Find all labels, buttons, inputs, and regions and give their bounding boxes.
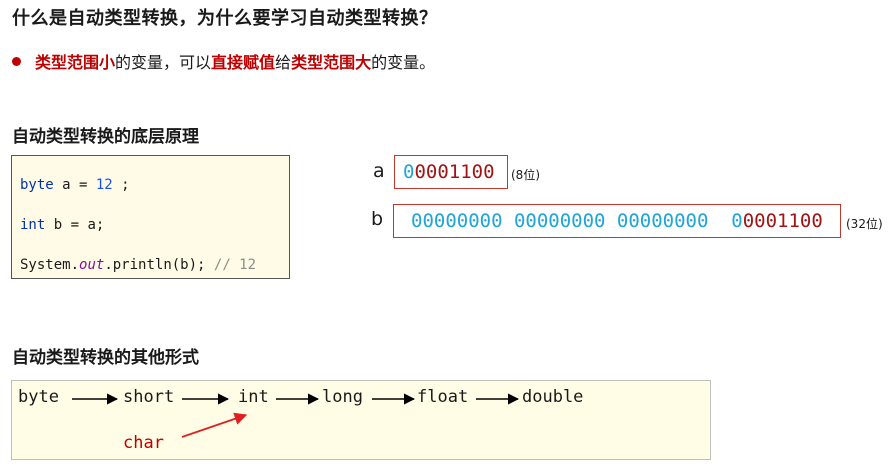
char-to-int-arrow-icon <box>181 412 248 438</box>
conversion-arrows <box>72 393 520 438</box>
